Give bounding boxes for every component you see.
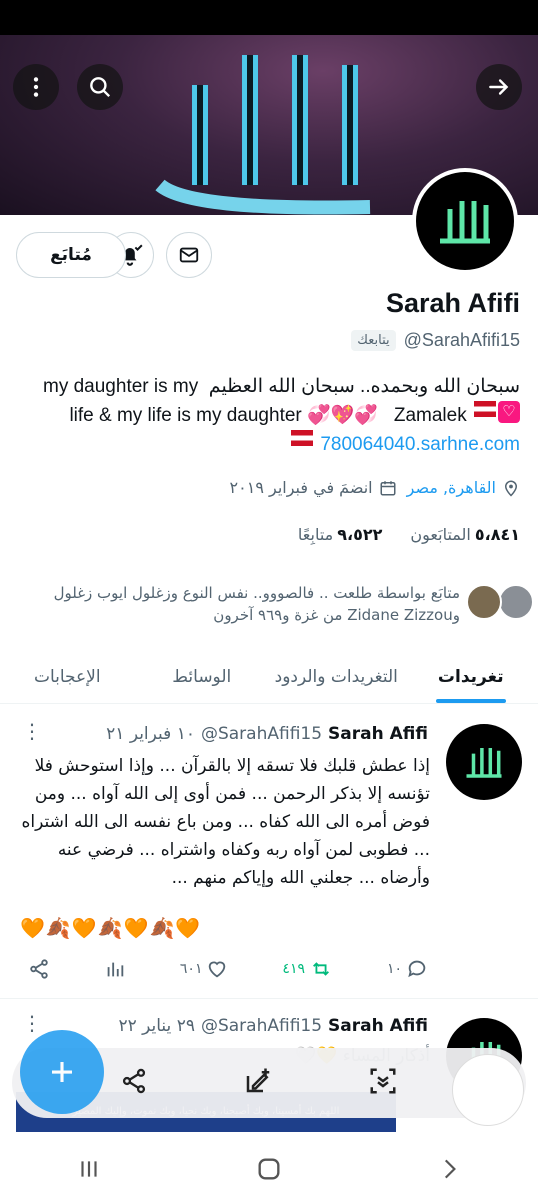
tweet-more-icon[interactable]: ⋮ <box>22 1013 42 1033</box>
edit-crop-icon <box>246 1068 270 1093</box>
bio-link[interactable]: 780064040.sarhne.com <box>320 430 520 459</box>
bio-line1-en: my daughter is my <box>43 376 199 397</box>
tweet-author: Sarah Afifi <box>328 724 428 744</box>
share-icon <box>30 959 48 979</box>
plus-icon <box>52 1062 72 1082</box>
hearts-icon: 💞💖💞 <box>307 405 379 426</box>
followed-by-line1: متابَع بواسطة طلعت .. فالصووو.. نفس النو… <box>53 584 460 602</box>
share-icon <box>122 1068 145 1094</box>
retweet-icon <box>313 962 329 976</box>
avatar-calligraphy <box>440 201 490 244</box>
retweet-count: ٤١٩ <box>282 961 305 977</box>
following-link[interactable]: ٩،٥٢٢متابِعًا <box>298 525 382 544</box>
search-button[interactable] <box>77 64 123 110</box>
followers-link[interactable]: ٥،٨٤١المتابَعون <box>410 525 520 544</box>
home-button[interactable] <box>255 1155 283 1187</box>
heart-icon <box>209 961 226 978</box>
more-vertical-icon <box>33 77 39 97</box>
search-icon <box>90 77 111 98</box>
tweet-date: ٢٩ يناير ٢٢ <box>118 1016 195 1036</box>
retweet-action[interactable]: ٤١٩ <box>282 958 333 980</box>
tweet-header: ١٠ فبراير ٢١ @SarahAfifi15 Sarah Afifi <box>106 724 428 744</box>
bio-line-3: 780064040.sarhne.com <box>18 430 520 459</box>
like-action[interactable]: ٦٠١ <box>180 958 229 980</box>
tab-likes[interactable]: الإعجابات <box>0 650 135 703</box>
profile-tabs: تغريدات التغريدات والردود الوسائط الإعجا… <box>0 650 538 704</box>
tweet-divider <box>0 998 538 999</box>
system-nav-bar <box>0 1142 538 1200</box>
like-count: ٦٠١ <box>179 961 203 977</box>
screenshot-thumbnail[interactable] <box>452 1054 524 1126</box>
mail-icon <box>179 247 199 263</box>
back-nav-button[interactable] <box>436 1156 462 1186</box>
follows-you-badge: يتابعك <box>351 330 396 351</box>
bio-team: Zamalek <box>393 405 467 426</box>
tweet-date: ١٠ فبراير ٢١ <box>106 724 195 744</box>
bio-line-2: life & my life is my daughter 💞💖💞 Zamale… <box>18 401 520 430</box>
calendar-icon <box>380 480 396 495</box>
compose-tweet-button[interactable] <box>20 1030 104 1114</box>
avatar-calligraphy <box>466 748 502 778</box>
follower-avatar <box>466 584 502 620</box>
status-bar <box>0 0 538 35</box>
tweet-more-icon[interactable]: ⋮ <box>22 721 42 741</box>
flag-icon <box>474 401 496 417</box>
tweet-handle: @SarahAfifi15 <box>200 1016 323 1036</box>
following-button[interactable]: مُتابَع <box>16 232 126 278</box>
edit-screenshot-button[interactable] <box>243 1066 273 1100</box>
tab-tweets-replies[interactable]: التغريدات والردود <box>269 650 404 703</box>
analytics-action[interactable] <box>104 958 126 980</box>
following-label: متابِعًا <box>297 525 334 544</box>
tweet-text: إذا عطش قلبك فلا تسقه إلا بالقرآن ... وإ… <box>21 756 430 888</box>
scroll-capture-icon <box>370 1068 396 1094</box>
tweet-actions: ٦٠١ ٤١٩ ١٠ <box>28 958 428 980</box>
handle-row: يتابعك @SarahAfifi15 <box>351 330 520 351</box>
bio-line-1: my daughter is my سبحان الله وبحمده.. سب… <box>18 372 520 401</box>
profile-bio: my daughter is my سبحان الله وبحمده.. سب… <box>18 372 520 459</box>
arrow-right-icon <box>489 79 509 95</box>
join-date: انضمَ في فبراير ٢٠١٩ <box>230 478 397 497</box>
heart-box-icon: ♡ <box>498 401 520 423</box>
location-text[interactable]: القاهرة, مصر <box>407 478 496 497</box>
followers-count: ٥،٨٤١ <box>474 525 520 544</box>
tweet-item[interactable]: ١٠ فبراير ٢١ @SarahAfifi15 Sarah Afifi ⋮… <box>0 712 538 998</box>
follower-avatar <box>498 584 534 620</box>
profile-name: Sarah Afifi <box>385 288 520 318</box>
recent-apps-button[interactable] <box>76 1156 102 1186</box>
bio-line2-en: life & my life is my daughter <box>69 405 302 426</box>
tweet-handle: @SarahAfifi15 <box>200 724 323 744</box>
share-action[interactable] <box>28 958 50 980</box>
banner-calligraphy <box>155 55 371 215</box>
reply-icon <box>408 960 426 978</box>
tweet-avatar[interactable] <box>444 722 524 802</box>
tab-tweets[interactable]: تغريدات <box>404 650 538 703</box>
recents-icon <box>81 1161 97 1177</box>
tweet-emojis: 🧡🍂🧡🍂🧡🍂🧡 <box>20 916 202 940</box>
join-date-text: انضمَ في فبراير ٢٠١٩ <box>229 478 373 497</box>
more-options-button[interactable] <box>13 64 59 110</box>
share-button[interactable] <box>120 1067 148 1099</box>
analytics-icon <box>107 962 124 977</box>
home-icon <box>258 1158 280 1180</box>
flag-icon <box>291 430 314 446</box>
tweet-author: Sarah Afifi <box>328 1016 428 1036</box>
profile-meta: القاهرة, مصر انضمَ في فبراير ٢٠١٩ <box>230 478 520 497</box>
location: القاهرة, مصر <box>407 478 520 497</box>
followers-label: المتابَعون <box>410 525 471 544</box>
location-pin-icon <box>504 480 518 497</box>
profile-handle: @SarahAfifi15 <box>403 330 520 350</box>
reply-action[interactable]: ١٠ <box>387 958 428 980</box>
bio-line1-ar: سبحان الله وبحمده.. سبحان الله العظيم <box>208 376 520 397</box>
message-button[interactable] <box>166 232 212 278</box>
tab-media[interactable]: الوسائط <box>135 650 270 703</box>
scroll-capture-button[interactable] <box>368 1066 398 1100</box>
chevron-right-icon <box>444 1159 456 1179</box>
profile-avatar[interactable] <box>412 168 518 274</box>
reply-count: ١٠ <box>386 961 402 977</box>
following-count: ٩،٥٢٢ <box>337 525 383 544</box>
back-button[interactable] <box>476 64 522 110</box>
tweet-header: ٢٩ يناير ٢٢ @SarahAfifi15 Sarah Afifi <box>118 1016 428 1036</box>
followed-by-line2: وZidane Zizzou من غزة و٩٦٩ آخرون <box>213 606 460 624</box>
follow-counts: ٥،٨٤١المتابَعون ٩،٥٢٢متابِعًا <box>298 525 520 544</box>
